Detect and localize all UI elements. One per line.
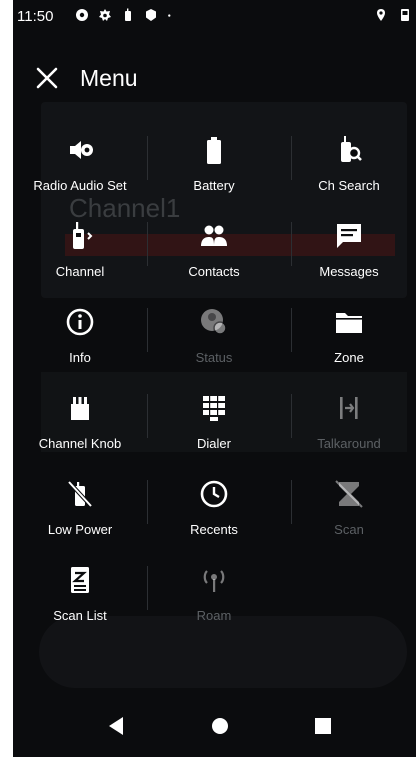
status-time: 11:50 xyxy=(17,8,54,25)
menu-item-dialer[interactable]: Dialer xyxy=(147,386,281,462)
info-icon xyxy=(66,308,94,336)
talkaround-icon xyxy=(340,397,358,419)
speaker-gear-icon xyxy=(70,141,93,159)
radio-channel-icon xyxy=(73,222,93,249)
menu-item-info[interactable]: Info xyxy=(13,300,147,376)
menu-item-label: Channel xyxy=(55,264,105,279)
menu-item-label: Channel Knob xyxy=(38,436,122,451)
device-screen: Channel1 11:50 Menu Radio Audio Set Batt… xyxy=(13,0,416,757)
folder-icon xyxy=(336,313,362,333)
roam-icon xyxy=(203,570,225,592)
menu-item-low-power[interactable]: Low Power xyxy=(13,472,147,548)
home-icon[interactable] xyxy=(208,714,232,738)
menu-item-label: Low Power xyxy=(47,522,113,537)
low-power-icon xyxy=(67,480,93,508)
menu-item-label: Recents xyxy=(190,522,238,537)
menu-item-channel-knob[interactable]: Channel Knob xyxy=(13,386,147,462)
knob-icon xyxy=(71,397,89,420)
menu-item-label: Talkaround xyxy=(317,436,381,451)
menu-item-recents[interactable]: Recents xyxy=(147,472,281,548)
scan-list-icon xyxy=(71,567,89,593)
dialpad-icon xyxy=(203,396,225,421)
settings-icon xyxy=(99,9,111,21)
shield-icon xyxy=(146,9,156,21)
battery-icon xyxy=(401,9,409,21)
menu-item-status[interactable]: Status xyxy=(147,300,281,376)
radio-icon xyxy=(125,8,131,21)
back-icon[interactable] xyxy=(105,714,129,738)
menu-item-label: Messages xyxy=(319,264,379,279)
menu-item-scan[interactable]: Scan xyxy=(282,472,416,548)
menu-item-label: Info xyxy=(69,350,91,365)
close-icon[interactable] xyxy=(31,62,63,94)
menu-item-label: Battery xyxy=(193,178,235,193)
menu-item-label: Scan xyxy=(334,522,364,537)
menu-item-contacts[interactable]: Contacts xyxy=(147,214,281,290)
menu-item-label: Status xyxy=(195,350,233,365)
menu-item-messages[interactable]: Messages xyxy=(282,214,416,290)
menu-item-radio-audio-set[interactable]: Radio Audio Set xyxy=(13,128,147,204)
recents-icon[interactable] xyxy=(311,714,335,738)
status-bar: 11:50 xyxy=(13,0,416,34)
menu-item-label: Scan List xyxy=(53,608,107,623)
scan-icon xyxy=(335,480,363,508)
status-icon xyxy=(201,309,227,335)
messages-icon xyxy=(337,224,361,248)
dot-icon xyxy=(168,14,171,17)
menu-item-scan-list[interactable]: Scan List xyxy=(13,558,147,634)
battery-icon xyxy=(207,137,221,164)
menu-item-ch-search[interactable]: Ch Search xyxy=(282,128,416,204)
navigation-bar xyxy=(13,694,416,757)
menu-item-label: Roam xyxy=(196,608,232,623)
menu-item-label: Zone xyxy=(334,350,364,365)
menu-item-channel[interactable]: Channel xyxy=(13,214,147,290)
menu-item-label: Ch Search xyxy=(318,178,380,193)
menu-header: Menu xyxy=(13,56,416,100)
clock-icon xyxy=(200,480,228,508)
menu-item-label: Dialer xyxy=(197,436,231,451)
menu-item-label: Contacts xyxy=(188,264,240,279)
menu-item-zone[interactable]: Zone xyxy=(282,300,416,376)
radio-search-icon xyxy=(341,136,362,162)
menu-item-label: Radio Audio Set xyxy=(33,178,127,193)
page-title: Menu xyxy=(80,65,138,91)
location-icon xyxy=(377,9,385,21)
menu-item-roam[interactable]: Roam xyxy=(147,558,281,634)
status-right-icons xyxy=(374,8,412,22)
gear-icon xyxy=(76,9,88,21)
status-left-icons xyxy=(75,8,175,22)
menu-item-talkaround[interactable]: Talkaround xyxy=(282,386,416,462)
contacts-icon xyxy=(201,225,227,246)
menu-item-battery[interactable]: Battery xyxy=(147,128,281,204)
